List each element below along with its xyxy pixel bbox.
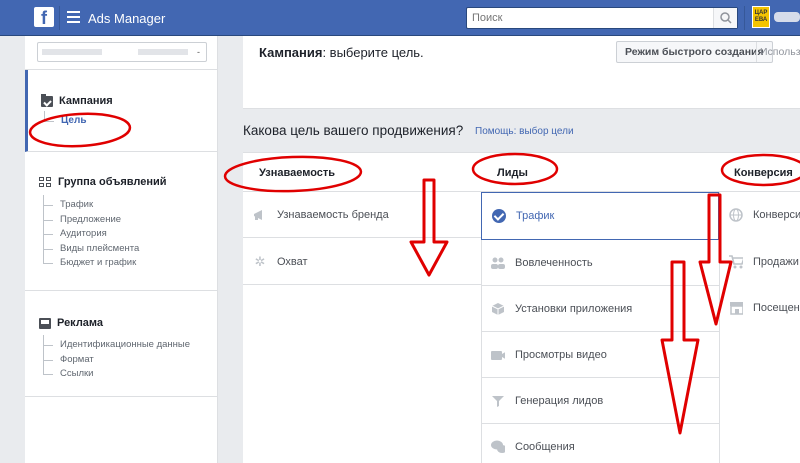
monitor-icon xyxy=(39,317,51,329)
option-label: Посещен xyxy=(753,302,800,314)
option-label: Сообщения xyxy=(515,441,575,453)
sidebar-item-format[interactable]: Формат xyxy=(40,345,190,368)
column-header: Конверсия xyxy=(734,167,793,179)
sidebar-section-header: Реклама xyxy=(39,317,103,329)
objective-question: Какова цель вашего продвижения? xyxy=(243,123,464,138)
objective-option[interactable]: Продажи xyxy=(719,239,800,285)
option-label: Просмотры видео xyxy=(515,348,607,361)
folder-check-icon xyxy=(41,93,53,107)
section-title: Реклама xyxy=(57,317,104,329)
option-label: Конверси xyxy=(753,209,800,221)
tree: Трафик Предложение Аудитория Виды плейсм… xyxy=(40,195,139,271)
sidebar-item-links[interactable]: Ссылки xyxy=(40,360,190,382)
search-button[interactable] xyxy=(713,8,737,28)
sidebar-item-identity[interactable]: Идентификационные данные xyxy=(40,335,190,353)
objective-option[interactable]: Вовлеченность xyxy=(481,240,719,286)
quick-create-button[interactable]: Режим быстрого создания xyxy=(616,41,773,63)
section-title: Группа объявлений xyxy=(58,176,167,188)
video-camera-icon xyxy=(491,348,505,362)
search-box xyxy=(466,7,738,29)
sidebar-item-placements[interactable]: Виды плейсмента xyxy=(40,234,139,257)
snowflake-icon: ✲ xyxy=(254,253,266,269)
objective-column-awareness: Узнаваемость Узнаваемость бренда ✲ Охват xyxy=(243,153,481,463)
sidebar: - Кампания Цель Группа объявлений Трафик… xyxy=(25,36,218,463)
search-icon xyxy=(720,12,732,24)
box-icon xyxy=(491,302,505,316)
objective-option[interactable]: Конверси xyxy=(719,192,800,238)
megaphone-icon xyxy=(253,208,267,222)
top-bar: f Ads Manager ЦАР ЕВА xyxy=(0,0,800,36)
option-label: Трафик xyxy=(516,210,555,222)
sidebar-item-objective[interactable]: Цель xyxy=(41,111,87,129)
option-label: Установки приложения xyxy=(515,302,633,315)
globe-icon xyxy=(729,208,743,222)
column-header: Лиды xyxy=(497,167,528,179)
option-label: Узнаваемость бренда xyxy=(277,208,389,221)
section-title: Кампания xyxy=(59,95,113,107)
campaign-card: Кампания: выберите цель. Режим быстрого … xyxy=(243,36,800,109)
objective-option-selected[interactable]: Трафик xyxy=(481,192,719,240)
sidebar-item-audience[interactable]: Аудитория xyxy=(40,220,139,242)
divider xyxy=(744,6,745,30)
objective-option[interactable]: Сообщения xyxy=(481,424,719,463)
sidebar-item-budget[interactable]: Бюджет и график xyxy=(40,249,139,271)
search-input[interactable] xyxy=(467,8,707,28)
sidebar-section-header: Группа объявлений xyxy=(39,176,167,188)
column-header: Узнаваемость xyxy=(259,167,336,179)
store-icon xyxy=(729,301,743,315)
account-selector[interactable]: - xyxy=(37,42,207,62)
sidebar-section-campaign[interactable]: Кампания Цель xyxy=(25,70,217,152)
people-icon xyxy=(491,256,505,270)
option-label: Генерация лидов xyxy=(515,394,604,407)
check-circle-icon xyxy=(492,209,506,223)
divider xyxy=(59,6,60,30)
sidebar-section-header: Кампания xyxy=(41,93,113,107)
objective-option[interactable]: Генерация лидов xyxy=(481,378,719,424)
objective-column-conversion: Конверсия Конверси Продажи Посещен xyxy=(719,153,800,463)
sidebar-item-offer[interactable]: Предложение xyxy=(40,205,139,228)
option-label: Вовлеченность xyxy=(515,256,593,269)
facebook-logo-icon[interactable]: f xyxy=(34,7,54,27)
account-name-blurred xyxy=(774,12,800,22)
avatar[interactable]: ЦАР ЕВА xyxy=(752,6,770,28)
objective-option[interactable]: Просмотры видео xyxy=(481,332,719,378)
cart-icon xyxy=(729,255,743,269)
tree: Цель xyxy=(41,111,87,129)
objective-option[interactable]: Посещен xyxy=(719,285,800,331)
sidebar-section-adset[interactable]: Группа объявлений Трафик Предложение Ауд… xyxy=(25,152,217,291)
objective-option[interactable]: Установки приложения xyxy=(481,286,719,332)
objective-option[interactable]: ✲ Охват xyxy=(243,239,481,285)
page-title: Кампания: выберите цель. xyxy=(259,45,424,60)
filter-icon xyxy=(491,394,505,408)
use-link[interactable]: Использ xyxy=(760,46,800,58)
objective-option[interactable]: Узнаваемость бренда xyxy=(243,192,481,238)
menu-icon[interactable] xyxy=(67,11,80,23)
help-link[interactable]: Помощь: выбор цели xyxy=(475,126,574,137)
sidebar-item-traffic[interactable]: Трафик xyxy=(40,195,139,213)
option-label: Охват xyxy=(277,255,308,268)
grid-icon xyxy=(39,176,52,188)
account-row: - xyxy=(25,36,217,70)
tree: Идентификационные данные Формат Ссылки xyxy=(40,335,190,382)
divider xyxy=(756,42,757,62)
option-label: Продажи xyxy=(753,256,799,268)
app-title: Ads Manager xyxy=(88,11,166,26)
sidebar-section-ad[interactable]: Реклама Идентификационные данные Формат … xyxy=(25,291,217,397)
chat-bubbles-icon xyxy=(491,440,505,454)
objective-column-leads: Лиды Трафик Вовлеченность Установки прил… xyxy=(481,153,719,463)
objectives-panel: Узнаваемость Узнаваемость бренда ✲ Охват… xyxy=(243,152,800,463)
